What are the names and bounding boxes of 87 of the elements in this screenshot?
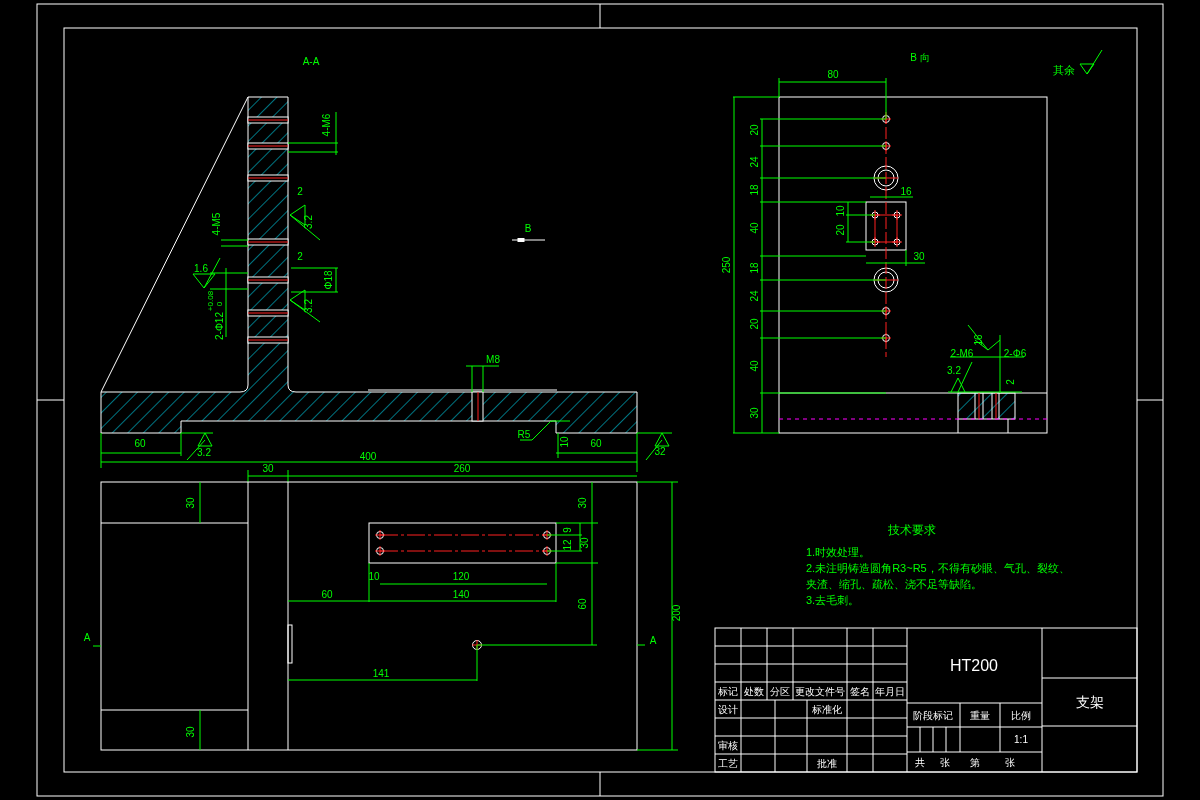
title-block-cell: 共 <box>915 757 925 768</box>
dimension-label: 4-M6 <box>321 113 332 137</box>
title-block-cell: 张 <box>1005 757 1015 768</box>
dimension-label: 30 <box>749 407 760 419</box>
roughness-note: 其余 <box>1053 64 1075 76</box>
dimension-label: 3.2 <box>197 447 211 458</box>
dimension-label: 60 <box>577 598 588 610</box>
dimension-label: 400 <box>359 451 377 462</box>
dimension-label: 141 <box>372 668 390 679</box>
dimension-label: 200 <box>671 604 682 622</box>
dimension-label: 40 <box>749 222 760 234</box>
dimension-label: 20 <box>749 124 760 136</box>
dimension-label: 4-M5 <box>211 212 222 236</box>
title-block-cell: 1:1 <box>1014 734 1028 745</box>
title-block-cell: 更改文件号 <box>795 686 845 697</box>
title-block-cell: 重量 <box>970 710 990 721</box>
dimension-label: 2 <box>297 251 303 262</box>
dimension-label: 24 <box>749 290 760 302</box>
title-block-cell: 批准 <box>817 758 837 769</box>
dimension-label: 260 <box>453 463 471 474</box>
dimension-label: 40 <box>749 360 760 372</box>
title-block-cell: 签名 <box>850 686 870 697</box>
dimension-label: 30 <box>913 251 925 262</box>
material-label: HT200 <box>950 657 998 674</box>
section-mark: A <box>83 632 91 643</box>
title-block-cell: 处数 <box>744 686 764 697</box>
dimension-label: 3.2 <box>303 299 314 313</box>
dimension-label: 16 <box>900 186 912 197</box>
dimension-label: Φ18 <box>323 270 334 290</box>
dimension-label: 20 <box>835 224 846 236</box>
dimension-label: +0.08 <box>206 290 215 312</box>
dimension-label: 2-Φ6 <box>1003 348 1027 359</box>
requirement-text: 3.去毛刺。 <box>806 594 860 606</box>
dimension-label: M8 <box>486 354 500 365</box>
dimension-label: 16 <box>973 334 984 346</box>
dimension-label: 10 <box>368 571 380 582</box>
dimension-label: R5 <box>517 429 531 440</box>
dimension-label: 30 <box>185 497 196 509</box>
dimension-label: 30 <box>262 463 274 474</box>
view-title: B 向 <box>910 52 930 63</box>
dimension-label: 1.6 <box>194 263 208 274</box>
dimension-label: 30 <box>579 537 590 549</box>
dimension-label: 2 <box>1005 379 1016 385</box>
dimension-label: 0 <box>215 301 224 307</box>
dimension-label: 30 <box>185 726 196 738</box>
dimension-label: 2 <box>297 186 303 197</box>
dimension-label: 3.2 <box>947 365 961 376</box>
title-block-cell: 张 <box>940 757 950 768</box>
view-title: A-A <box>302 56 320 67</box>
dimension-label: 250 <box>721 256 732 274</box>
dimension-label: 18 <box>749 184 760 196</box>
title-block-cell: 第 <box>970 757 980 768</box>
dimension-label: 60 <box>321 589 333 600</box>
dimension-label: 60 <box>590 438 602 449</box>
dimension-label: 10 <box>835 205 846 217</box>
dimension-label: 140 <box>452 589 470 600</box>
dimension-label: 30 <box>577 497 588 509</box>
title-block-cell: 工艺 <box>718 758 738 769</box>
dimension-label: 32 <box>654 446 666 457</box>
title-block-cell: 比例 <box>1011 710 1031 721</box>
title-block-cell: 标记 <box>718 686 738 697</box>
title-block-cell: 年月日 <box>875 686 905 697</box>
part-name: 支架 <box>1076 694 1104 710</box>
dimension-label: 18 <box>749 262 760 274</box>
dimension-label: 80 <box>827 69 839 80</box>
dimension-label: 2-Φ12 <box>214 312 225 340</box>
dimension-label: 2-M6 <box>950 348 974 359</box>
dimension-label: 24 <box>749 156 760 168</box>
requirement-text: 夹渣、缩孔、疏松、浇不足等缺陷。 <box>806 578 982 590</box>
dimension-label: 12 <box>562 539 573 551</box>
requirements-title: 技术要求 <box>888 523 936 537</box>
section-mark: A <box>649 635 657 646</box>
title-block-cell: 审核 <box>718 740 738 751</box>
title-block-cell: 标准化 <box>812 704 842 715</box>
title-block-cell: 设计 <box>718 704 738 715</box>
dimension-label: 10 <box>559 436 570 448</box>
dimension-label: B <box>524 223 532 234</box>
dimension-label: 20 <box>749 318 760 330</box>
dimension-label: 9 <box>562 527 573 533</box>
roughness-symbol-icon <box>1079 49 1103 75</box>
dimension-label: 3.2 <box>303 215 314 229</box>
title-block-cell: 分区 <box>770 686 790 697</box>
requirement-text: 2.未注明铸造圆角R3~R5，不得有砂眼、气孔、裂纹、 <box>806 562 1070 574</box>
dimension-label: 120 <box>452 571 470 582</box>
requirement-text: 1.时效处理。 <box>806 546 871 558</box>
title-block-cell: 阶段标记 <box>913 710 953 721</box>
dimension-label: 60 <box>134 438 146 449</box>
